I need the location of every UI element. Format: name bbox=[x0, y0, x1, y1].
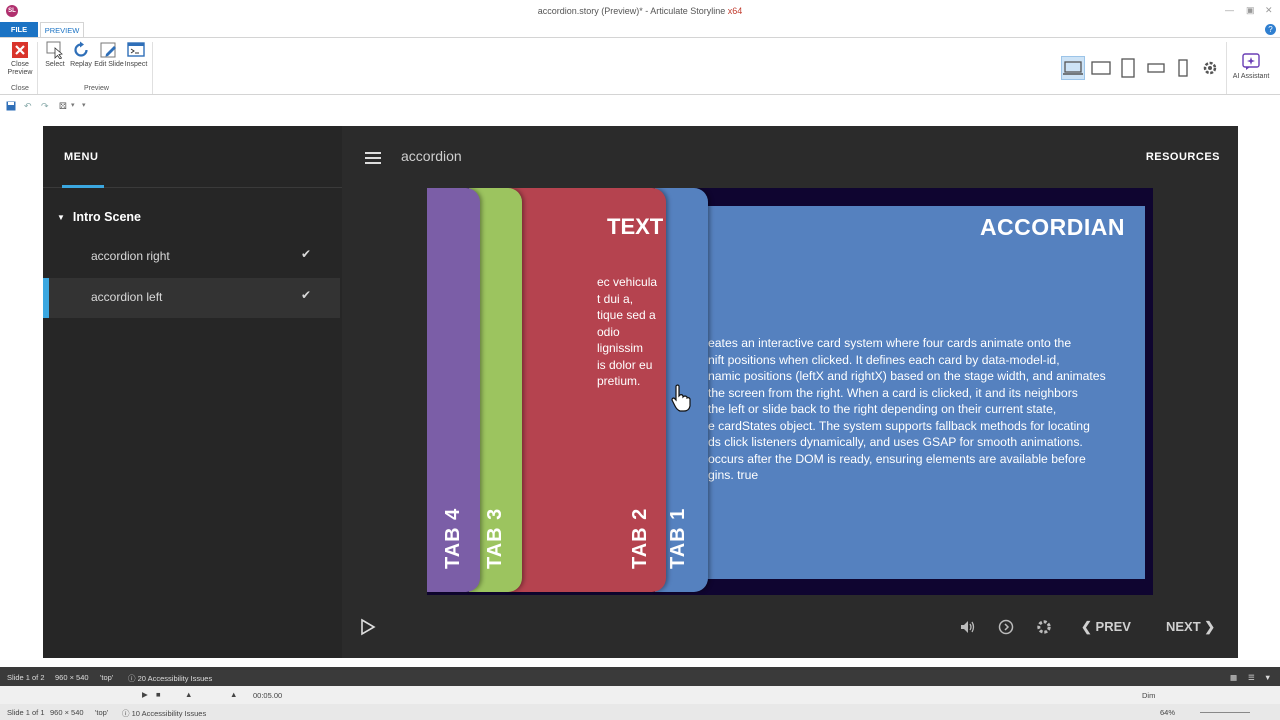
settings-button[interactable] bbox=[1198, 56, 1222, 80]
scene-heading[interactable]: ▼ Intro Scene bbox=[57, 210, 141, 224]
tablet-landscape-icon bbox=[1091, 61, 1111, 75]
next-button[interactable]: NEXT ❯ bbox=[1166, 619, 1215, 635]
player-main: accordion RESOURCES ACCORDIAN eates an i… bbox=[342, 126, 1238, 658]
tab-file[interactable]: FILE bbox=[0, 22, 38, 37]
accordion-body-text: eates an interactive card system where f… bbox=[708, 336, 1106, 482]
desktop-icon bbox=[1063, 61, 1083, 75]
ribbon: Close Preview Close Select Replay Edit S… bbox=[0, 37, 1280, 95]
gear-icon bbox=[1203, 61, 1217, 75]
close-preview-icon bbox=[12, 42, 28, 58]
chevron-down-icon[interactable]: ▾ bbox=[71, 101, 75, 109]
tab-4-card[interactable]: TAB 4 bbox=[427, 188, 480, 592]
menu-tab[interactable]: MENU bbox=[64, 151, 98, 163]
group-divider bbox=[1226, 42, 1227, 94]
quick-access-toolbar: ↶ ↷ ⚄ ▾ ▾ bbox=[0, 97, 1280, 115]
group-divider bbox=[37, 42, 38, 94]
gear-icon[interactable] bbox=[1035, 618, 1053, 636]
replay-icon bbox=[74, 41, 88, 57]
zoom-in-timeline-icon[interactable]: ▲ bbox=[230, 690, 237, 699]
maximize-icon[interactable]: ▣ bbox=[1246, 5, 1255, 16]
preview-player: MENU ▼ Intro Scene accordion right ✔ acco… bbox=[43, 126, 1238, 658]
ai-assistant-button[interactable]: AI Assistant bbox=[1228, 53, 1274, 80]
zoom-slider[interactable] bbox=[1200, 712, 1250, 713]
slide-title: accordion bbox=[401, 148, 462, 164]
menu-sidebar: MENU ▼ Intro Scene accordion right ✔ acco… bbox=[43, 126, 342, 658]
checkmark-icon: ✔ bbox=[301, 288, 312, 302]
close-preview-button[interactable]: Close Preview bbox=[5, 41, 35, 77]
chevron-left-icon: ❮ bbox=[1081, 619, 1092, 634]
edit-slide-icon bbox=[100, 42, 116, 58]
minimize-icon[interactable]: — bbox=[1225, 5, 1234, 15]
zoom-level: 64% bbox=[1160, 708, 1176, 717]
grid-view-icon[interactable]: ▦ bbox=[1230, 673, 1237, 682]
status-bar-secondary: Slide 1 of 1 960 × 540 'top' ⓘ 10 Access… bbox=[0, 704, 1280, 720]
group-label-close: Close bbox=[11, 85, 29, 92]
desktop-view-button[interactable] bbox=[1061, 56, 1085, 80]
inspect-icon bbox=[127, 42, 145, 57]
hamburger-menu-icon[interactable] bbox=[365, 152, 381, 164]
tab-2-body-text: ec vehicula t dui a, tique sed a odio li… bbox=[597, 275, 658, 388]
tab-2-heading: TEXT bbox=[607, 214, 664, 239]
hand-cursor-icon bbox=[671, 384, 691, 412]
play-timeline-icon[interactable]: ▶ bbox=[142, 690, 148, 699]
redo-icon[interactable]: ↷ bbox=[41, 101, 49, 112]
zoom-out-timeline-icon[interactable]: ▲ bbox=[185, 690, 192, 699]
timecode: 00:05.00 bbox=[253, 691, 283, 700]
phone-portrait-button[interactable] bbox=[1171, 56, 1195, 80]
chevron-right-icon: ❯ bbox=[1204, 619, 1216, 634]
find-icon[interactable]: ⚄ bbox=[59, 101, 67, 112]
help-icon[interactable]: ? bbox=[1265, 24, 1276, 35]
prev-button[interactable]: ❮ PREV bbox=[1081, 619, 1131, 635]
close-window-icon[interactable]: ✕ bbox=[1265, 5, 1273, 16]
tablet-landscape-button[interactable] bbox=[1089, 56, 1113, 80]
group-label-preview: Preview bbox=[84, 85, 109, 92]
window-title: accordion.story (Preview)* - Articulate … bbox=[537, 6, 743, 16]
tab-preview[interactable]: PREVIEW bbox=[40, 22, 84, 37]
list-view-icon[interactable]: ☰ bbox=[1248, 673, 1255, 682]
group-divider bbox=[152, 42, 153, 94]
undo-icon[interactable]: ↶ bbox=[24, 101, 32, 112]
tablet-portrait-icon bbox=[1121, 58, 1135, 78]
play-icon[interactable] bbox=[360, 618, 376, 636]
accordion-heading: ACCORDIAN bbox=[979, 214, 1125, 240]
accessibility-issues[interactable]: ⓘ 20 Accessibility Issues bbox=[128, 673, 212, 684]
accessibility-issues-secondary[interactable]: ⓘ 10 Accessibility Issues bbox=[122, 708, 206, 719]
phone-landscape-icon bbox=[1147, 63, 1165, 73]
inspect-button[interactable]: Inspect bbox=[121, 41, 151, 69]
resources-button[interactable]: RESOURCES bbox=[1146, 151, 1220, 163]
phone-landscape-button[interactable] bbox=[1144, 56, 1168, 80]
menu-tab-indicator bbox=[62, 185, 104, 188]
volume-icon[interactable] bbox=[959, 618, 977, 636]
checkmark-icon: ✔ bbox=[301, 247, 312, 261]
customize-toolbar-icon[interactable]: ▾ bbox=[82, 101, 86, 109]
tablet-portrait-button[interactable] bbox=[1116, 56, 1140, 80]
filter-icon[interactable]: ▼ bbox=[1264, 673, 1271, 682]
slide-stage: ACCORDIAN eates an interactive card syst… bbox=[427, 188, 1153, 595]
menu-header: MENU bbox=[43, 126, 342, 188]
status-bar: Slide 1 of 2 960 × 540 'top' ⓘ 20 Access… bbox=[0, 667, 1280, 686]
save-icon[interactable] bbox=[6, 101, 16, 111]
title-bar: SL accordion.story (Preview)* - Articula… bbox=[0, 0, 1280, 22]
ai-assistant-icon bbox=[1242, 53, 1260, 70]
menu-item-accordion-left[interactable]: accordion left ✔ bbox=[43, 278, 340, 318]
phone-portrait-icon bbox=[1178, 59, 1188, 77]
tab-2-card[interactable]: TEXT ec vehicula t dui a, tique sed a od… bbox=[507, 188, 666, 592]
edit-slide-button[interactable]: Edit Slide bbox=[94, 41, 124, 69]
replay-button[interactable]: Replay bbox=[66, 41, 96, 69]
dim-label: Dim bbox=[1142, 691, 1156, 700]
ribbon-tabs: FILE PREVIEW bbox=[0, 22, 1280, 37]
replay-slide-icon[interactable] bbox=[997, 618, 1015, 636]
menu-item-accordion-right[interactable]: accordion right ✔ bbox=[43, 237, 340, 277]
select-icon bbox=[46, 41, 63, 59]
caret-down-icon: ▼ bbox=[57, 213, 65, 223]
timeline-strip: ▶ ■ ▲ ▲ 00:05.00 Dim bbox=[0, 686, 1280, 704]
stop-timeline-icon[interactable]: ■ bbox=[156, 690, 161, 699]
